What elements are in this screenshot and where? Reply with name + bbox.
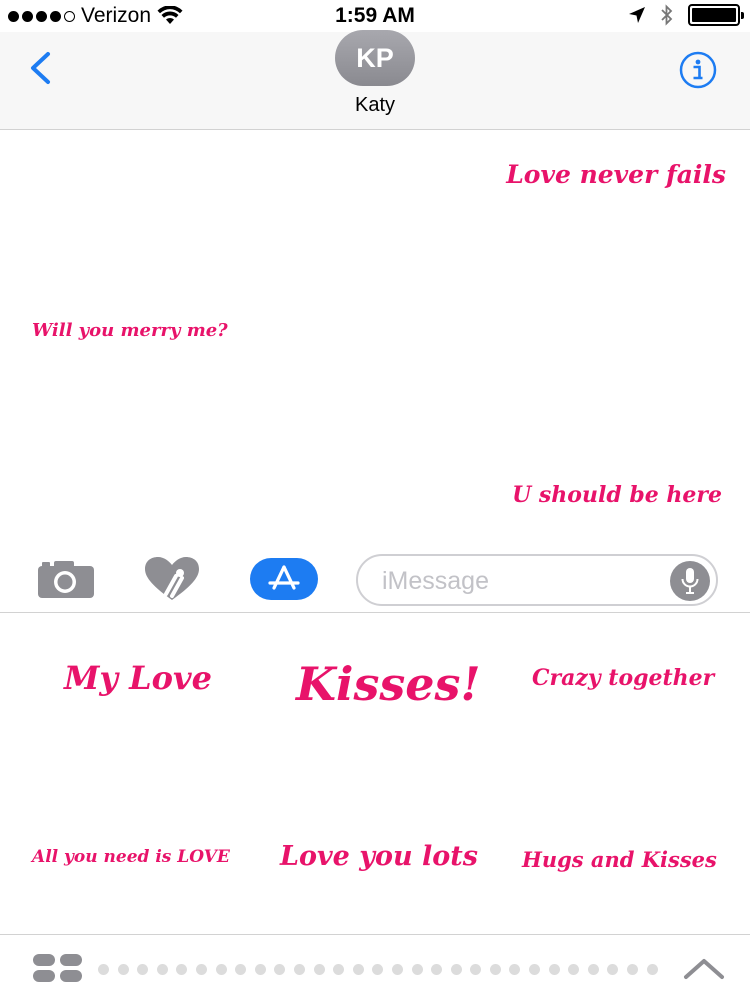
page-dot[interactable]	[98, 964, 109, 975]
page-dot[interactable]	[195, 964, 207, 975]
app-drawer-icon	[33, 954, 82, 982]
page-dot[interactable]	[587, 964, 599, 975]
camera-icon	[38, 561, 94, 598]
status-right	[628, 4, 744, 26]
page-dot[interactable]	[372, 964, 384, 975]
page-dot[interactable]	[509, 964, 521, 975]
sticker-message[interactable]: Will you merry me?	[32, 320, 228, 341]
info-button[interactable]	[678, 50, 718, 90]
page-dot[interactable]	[137, 964, 149, 975]
page-dot[interactable]	[431, 964, 443, 975]
conversation-header: KP Katy	[0, 30, 750, 130]
digital-touch-heart-icon	[145, 557, 199, 600]
sticker-message[interactable]: U should be here	[512, 482, 722, 508]
page-dot[interactable]	[215, 964, 227, 975]
page-dot[interactable]	[411, 964, 423, 975]
page-dot[interactable]	[568, 964, 580, 975]
page-dot[interactable]	[117, 964, 129, 975]
back-button[interactable]	[22, 48, 58, 88]
page-dot[interactable]	[529, 964, 541, 975]
app-store-button[interactable]	[250, 558, 318, 600]
battery-icon	[688, 4, 744, 26]
sticker-drawer: My Love Kisses! Crazy together All you n…	[0, 612, 750, 934]
page-indicator[interactable]	[98, 964, 658, 975]
expand-drawer-button[interactable]	[682, 953, 726, 983]
sticker-kisses[interactable]: Kisses!	[296, 657, 481, 711]
app-store-icon	[268, 565, 300, 590]
page-dot[interactable]	[176, 964, 188, 975]
page-dot[interactable]	[235, 964, 247, 975]
chevron-left-icon	[31, 52, 50, 84]
location-arrow-icon	[629, 7, 645, 23]
page-dot[interactable]	[489, 964, 501, 975]
page-dot[interactable]	[607, 964, 619, 975]
page-dot[interactable]	[293, 964, 305, 975]
microphone-icon	[681, 568, 699, 594]
app-drawer-bar	[0, 934, 750, 1000]
camera-button[interactable]	[36, 560, 96, 600]
imessage-field[interactable]	[356, 554, 718, 606]
page-dot[interactable]	[646, 964, 658, 975]
battery-level	[692, 8, 736, 22]
page-dot[interactable]	[156, 964, 168, 975]
page-dot[interactable]	[333, 964, 345, 975]
info-icon	[679, 51, 717, 89]
digital-touch-button[interactable]	[142, 556, 202, 602]
page-dot[interactable]	[470, 964, 482, 975]
page-dot[interactable]	[274, 964, 286, 975]
contact-avatar[interactable]: KP	[335, 30, 415, 86]
sticker-hugs-and-kisses[interactable]: Hugs and Kisses	[522, 847, 717, 872]
sticker-my-love[interactable]: My Love	[64, 659, 212, 697]
dictation-button[interactable]	[670, 561, 710, 601]
page-dot[interactable]	[548, 964, 560, 975]
page-dot[interactable]	[450, 964, 462, 975]
app-drawer-button[interactable]	[32, 953, 84, 983]
page-dot[interactable]	[627, 964, 639, 975]
page-dot[interactable]	[352, 964, 364, 975]
page-dot[interactable]	[254, 964, 266, 975]
sticker-all-you-need-is-love[interactable]: All you need is LOVE	[32, 847, 230, 867]
bluetooth-icon	[661, 4, 673, 26]
status-bar: Verizon 1:59 AM	[0, 0, 750, 32]
message-input[interactable]	[382, 566, 652, 596]
compose-bar	[0, 546, 750, 612]
sticker-love-you-lots[interactable]: Love you lots	[280, 841, 478, 872]
page-dot[interactable]	[313, 964, 325, 975]
avatar-initials: KP	[335, 30, 415, 86]
contact-name[interactable]: Katy	[0, 94, 750, 117]
message-thread[interactable]: Love never fails Will you merry me? U sh…	[0, 130, 750, 546]
page-dot[interactable]	[391, 964, 403, 975]
sticker-message[interactable]: Love never fails	[506, 160, 726, 189]
chevron-up-icon	[684, 959, 724, 979]
sticker-crazy-together[interactable]: Crazy together	[532, 665, 714, 691]
